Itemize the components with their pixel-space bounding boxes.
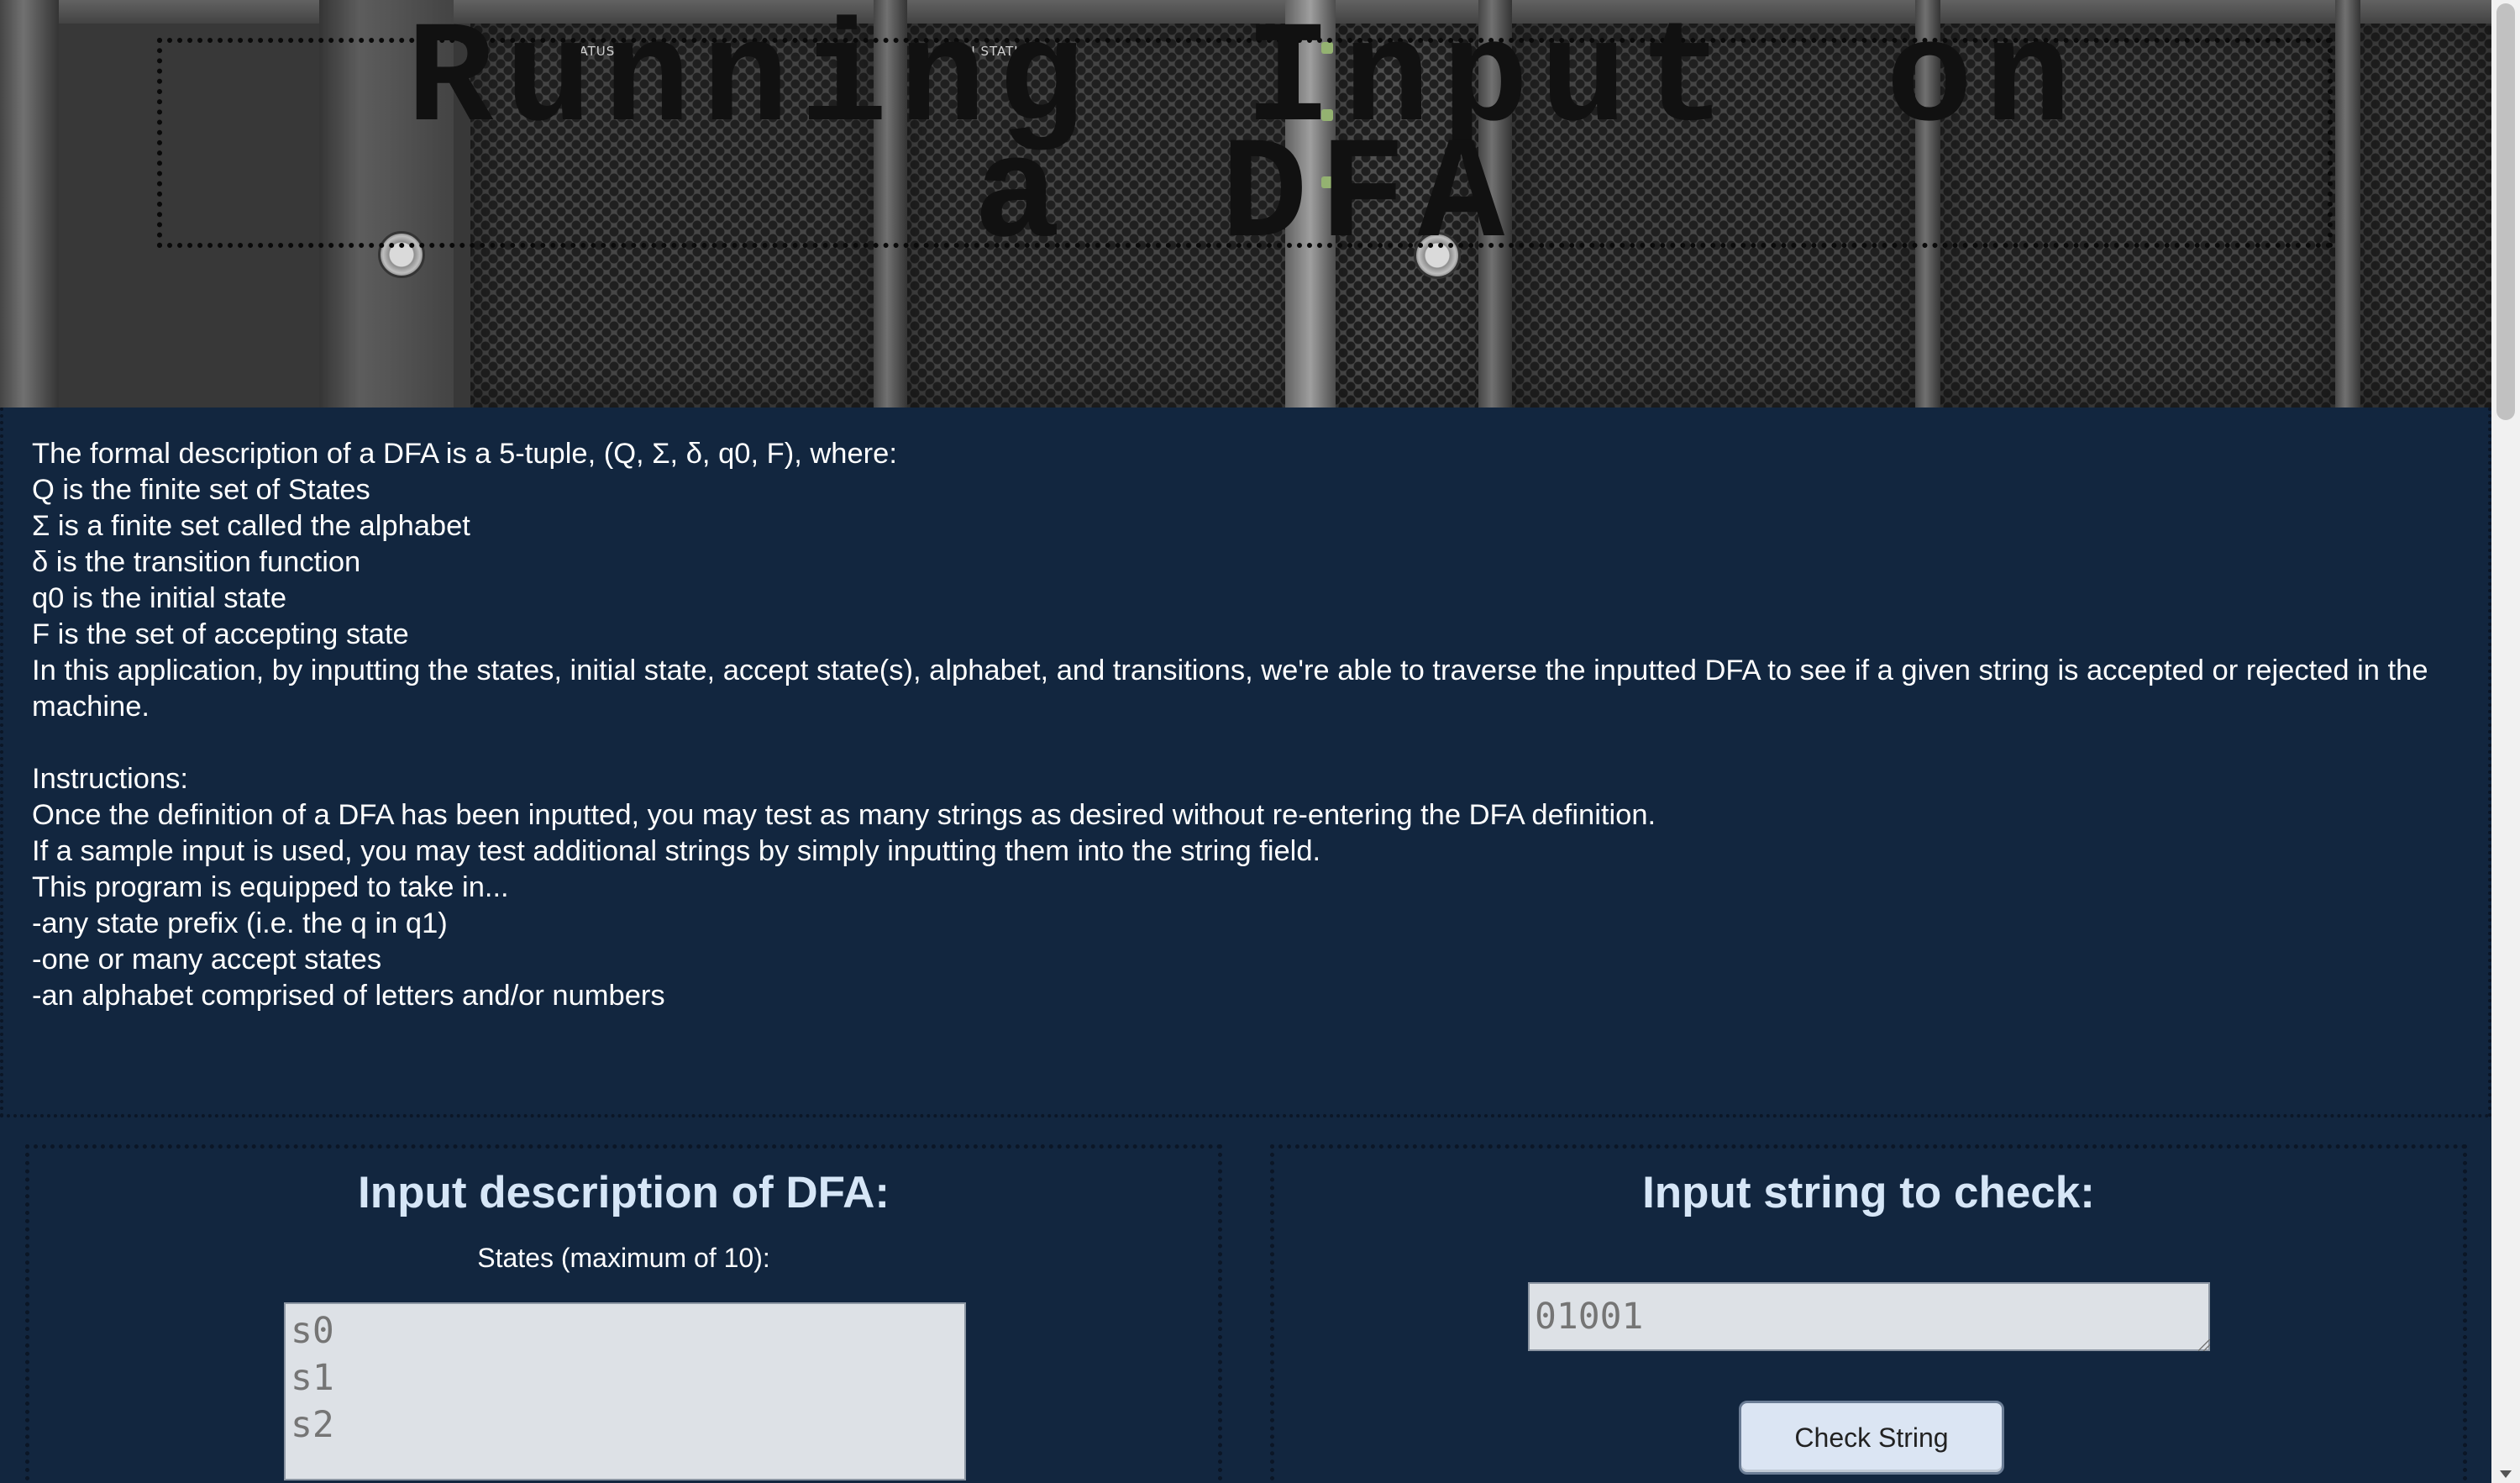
states-textarea[interactable] bbox=[284, 1302, 966, 1480]
instruction-line: -an alphabet comprised of letters and/or… bbox=[32, 980, 665, 1012]
description-line: Q is the finite set of States bbox=[32, 474, 370, 506]
string-input-panel: Input string to check: Check String bbox=[1270, 1144, 2467, 1483]
string-input[interactable] bbox=[1528, 1282, 2210, 1351]
title-box: Running Input on a DFA bbox=[157, 9, 2333, 270]
scroll-down-arrow-icon[interactable] bbox=[2500, 1470, 2512, 1478]
dfa-description-section: The formal description of a DFA is a 5-t… bbox=[0, 408, 2491, 1118]
string-panel-heading: Input string to check: bbox=[1642, 1168, 2095, 1217]
instruction-line: -one or many accept states bbox=[32, 944, 382, 976]
states-label: States (maximum of 10): bbox=[477, 1243, 770, 1273]
instructions-heading: Instructions: bbox=[32, 763, 188, 795]
instruction-line: -any state prefix (i.e. the q in q1) bbox=[32, 907, 448, 939]
instruction-line: If a sample input is used, you may test … bbox=[32, 835, 1321, 867]
page-title: Running Input on a DFA bbox=[407, 0, 2083, 279]
description-line: The formal description of a DFA is a 5-t… bbox=[32, 438, 897, 470]
instruction-line: This program is equipped to take in... bbox=[32, 871, 509, 903]
description-line: Σ is a finite set called the alphabet bbox=[32, 510, 470, 542]
description-line: F is the set of accepting state bbox=[32, 618, 409, 650]
description-line: q0 is the initial state bbox=[32, 582, 287, 614]
scrollbar-thumb[interactable] bbox=[2496, 3, 2515, 420]
check-string-button[interactable]: Check String bbox=[1739, 1401, 2004, 1475]
header-banner: STATUS FAN STATUS Running Input on a DFA bbox=[0, 0, 2491, 408]
dfa-input-panel: Input description of DFA: States (maximu… bbox=[25, 1144, 1222, 1483]
page-scrollbar[interactable] bbox=[2491, 0, 2520, 1483]
resize-grip-icon[interactable] bbox=[2198, 1339, 2210, 1351]
description-line: In this application, by inputting the st… bbox=[32, 655, 2437, 723]
dfa-panel-heading: Input description of DFA: bbox=[358, 1168, 890, 1217]
description-line: δ is the transition function bbox=[32, 546, 361, 578]
instruction-line: Once the definition of a DFA has been in… bbox=[32, 799, 1656, 831]
